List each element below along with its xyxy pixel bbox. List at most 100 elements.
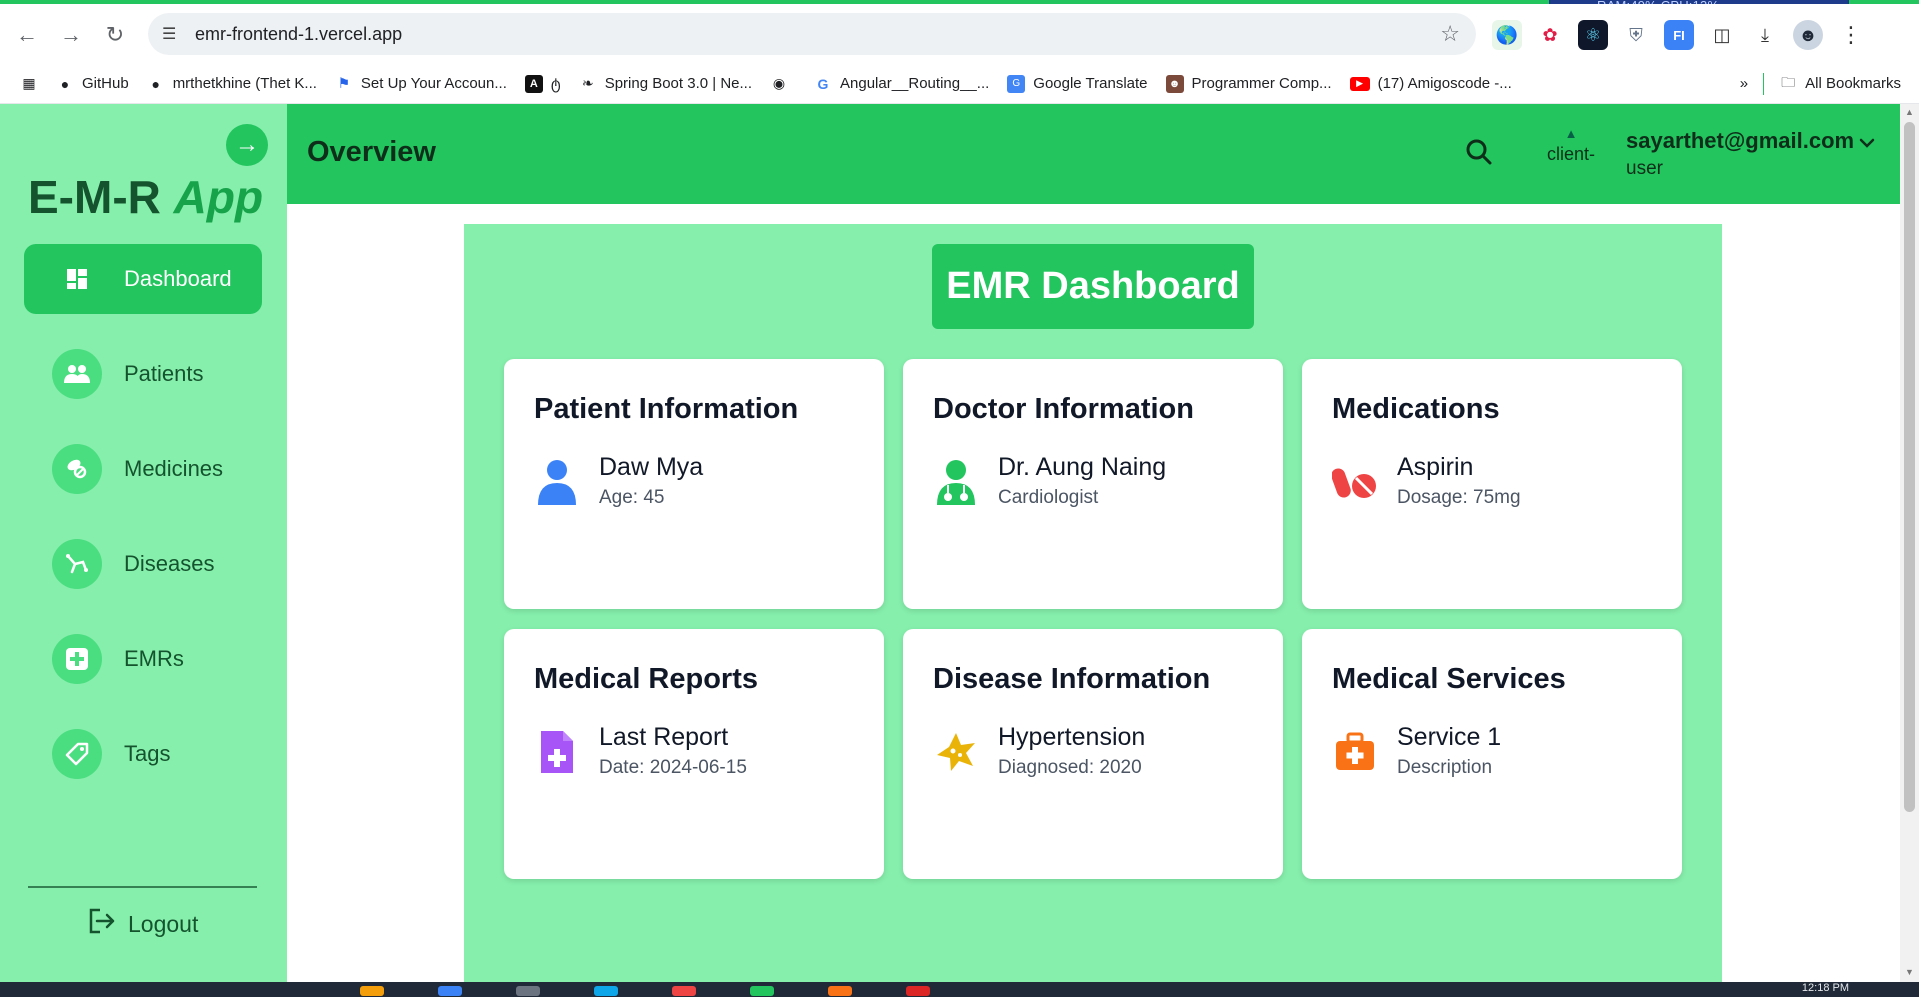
url-text[interactable]: emr-frontend-1.vercel.app: [195, 24, 402, 45]
scroll-down-arrow-icon[interactable]: ▼: [1904, 967, 1915, 979]
logout-label: Logout: [128, 910, 199, 937]
extensions-puzzle-icon[interactable]: ◫: [1707, 20, 1737, 50]
medkit-icon: [1332, 727, 1378, 777]
taskbar-app-icon[interactable]: [906, 986, 930, 996]
taskbar-app-icon[interactable]: [828, 986, 852, 996]
bookmark-item[interactable]: G Google Translate: [998, 74, 1156, 93]
profile-avatar-icon[interactable]: ☻: [1793, 20, 1823, 50]
forward-button[interactable]: →: [54, 18, 88, 52]
card-primary-text: Last Report: [599, 723, 729, 751]
sidebar-item-label: Medicines: [124, 456, 224, 481]
card-primary-text: Dr. Aung Naing: [998, 453, 1167, 481]
sidebar-item-dashboard[interactable]: Dashboard: [24, 244, 262, 314]
sidebar-item-label: Tags: [124, 741, 171, 766]
card-title: Disease Information: [933, 663, 1211, 695]
emr-app: → E-M-R App Dashboard Patients Medicines…: [0, 104, 1900, 982]
react-devtools-icon[interactable]: ⚛: [1578, 20, 1608, 50]
bookmark-item[interactable]: G Angular__Routing__...: [805, 75, 998, 93]
extension-fi-icon[interactable]: FI: [1664, 20, 1694, 50]
bookmarks-bar: ▦ ● GitHub ● mrthetkhine (Thet K... ⚑ Set U…: [0, 64, 1919, 104]
medical-reports-card[interactable]: Medical Reports Last Report Date: 2024-0…: [504, 629, 884, 879]
dashboard-title: EMR Dashboard: [932, 244, 1254, 329]
search-icon[interactable]: [1465, 138, 1493, 173]
page-scrollbar[interactable]: ▲ ▼: [1900, 104, 1919, 982]
browser-menu-icon[interactable]: ⋮: [1836, 20, 1866, 50]
bookmark-item[interactable]: ● mrthetkhine (Thet K...: [138, 75, 326, 93]
pills-icon: [52, 444, 102, 494]
sidebar: → E-M-R App Dashboard Patients Medicines…: [0, 104, 287, 982]
more-bookmarks-chevron-icon[interactable]: »: [1731, 75, 1757, 92]
sidebar-item-label: Dashboard: [124, 266, 232, 291]
medical-plus-icon: [52, 634, 102, 684]
all-bookmarks-button[interactable]: 🗀 All Bookmarks: [1770, 73, 1919, 93]
taskbar-app-icon[interactable]: [672, 986, 696, 996]
patient-info-card[interactable]: Patient Information Daw Mya Age: 45: [504, 359, 884, 609]
avatar[interactable]: ▲ client-: [1541, 126, 1601, 182]
pills-icon: [1332, 457, 1378, 507]
bookmark-item[interactable]: ⚑ Set Up Your Accoun...: [326, 75, 516, 93]
bookmark-item[interactable]: ▶ (17) Amigoscode -...: [1341, 75, 1521, 92]
github-icon: ●: [60, 75, 70, 92]
translate-icon: G: [1007, 74, 1026, 93]
back-button[interactable]: ←: [10, 18, 44, 52]
reload-button[interactable]: ↻: [98, 18, 132, 52]
disease-info-card[interactable]: Disease Information Hypertension Diagnos…: [903, 629, 1283, 879]
sidebar-item-label: EMRs: [124, 646, 184, 671]
sidebar-item-label: Patients: [124, 361, 204, 386]
scroll-up-arrow-icon[interactable]: ▲: [1904, 107, 1915, 119]
extensions-area: 🌎 ✿ ⚛ ⛨ FI ◫ ⤓ ☻ ⋮: [1492, 19, 1866, 51]
chevron-down-icon[interactable]: [1859, 132, 1875, 155]
bookmark-item[interactable]: ◉: [761, 75, 805, 93]
avatar-alt-text: client-: [1546, 144, 1595, 164]
card-title: Medical Reports: [534, 663, 758, 695]
taskbar-app-icon[interactable]: [360, 986, 384, 996]
taskbar-app-icon[interactable]: [516, 986, 540, 996]
tag-icon: [52, 729, 102, 779]
os-taskbar: 12:18 PM: [0, 982, 1919, 997]
sidebar-item-diseases[interactable]: Diseases: [24, 529, 262, 599]
bookmark-item[interactable]: ☻ Programmer Comp...: [1157, 74, 1341, 93]
taskbar-app-icon[interactable]: [438, 986, 462, 996]
file-medical-icon: [534, 727, 580, 777]
logout-button[interactable]: Logout: [88, 908, 198, 940]
card-primary-text: Aspirin: [1397, 453, 1474, 481]
sidebar-item-tags[interactable]: Tags: [24, 719, 262, 789]
bookmark-item[interactable]: Aტ: [516, 74, 570, 93]
bookmark-item[interactable]: ❧ Spring Boot 3.0 | Ne...: [570, 75, 761, 93]
bookmark-star-icon[interactable]: ☆: [1440, 21, 1460, 47]
taskbar-app-icon[interactable]: [750, 986, 774, 996]
users-icon: [52, 349, 102, 399]
card-secondary-text: Age: 45: [599, 487, 665, 508]
doctor-info-card[interactable]: Doctor Information Dr. Aung Naing Cardio…: [903, 359, 1283, 609]
sidebar-item-medicines[interactable]: Medicines: [24, 434, 262, 504]
user-email[interactable]: sayarthet@gmail.com: [1626, 128, 1854, 154]
folder-icon: 🗀: [1781, 73, 1796, 90]
sidebar-item-patients[interactable]: Patients: [24, 339, 262, 409]
medications-card[interactable]: Medications Aspirin Dosage: 75mg: [1302, 359, 1682, 609]
card-secondary-text: Dosage: 75mg: [1397, 487, 1521, 508]
youtube-icon: ▶: [1349, 76, 1370, 91]
address-bar[interactable]: ☰ emr-frontend-1.vercel.app ☆: [148, 13, 1476, 55]
dashboard-icon: [52, 254, 102, 304]
downloads-icon[interactable]: ⤓: [1750, 20, 1780, 50]
apps-grid-icon[interactable]: ▦: [0, 75, 47, 93]
sidebar-item-emrs[interactable]: EMRs: [24, 624, 262, 694]
extension-globe-icon[interactable]: 🌎: [1492, 20, 1522, 50]
taskbar-clock[interactable]: 12:18 PM: [1802, 982, 1849, 994]
site-settings-icon[interactable]: ☰: [162, 24, 182, 44]
card-primary-text: Daw Mya: [599, 453, 704, 481]
shield-extension-icon[interactable]: ⛨: [1621, 20, 1651, 50]
bookmark-item[interactable]: ● GitHub: [47, 75, 138, 93]
taskbar-app-icon[interactable]: [594, 986, 618, 996]
globe-icon: ◉: [772, 75, 786, 91]
disease-icon: [52, 539, 102, 589]
card-title: Medications: [1332, 393, 1500, 425]
sidebar-item-label: Diseases: [124, 551, 215, 576]
page-title: Overview: [307, 136, 436, 168]
sidebar-toggle-arrow-icon[interactable]: →: [226, 124, 268, 166]
virus-icon: [933, 727, 979, 777]
medical-services-card[interactable]: Medical Services Service 1 Description: [1302, 629, 1682, 879]
extension-color-wheel-icon[interactable]: ✿: [1535, 20, 1565, 50]
scrollbar-thumb[interactable]: [1904, 122, 1915, 812]
dashboard-panel: EMR Dashboard Patient Information Daw My…: [464, 224, 1722, 982]
